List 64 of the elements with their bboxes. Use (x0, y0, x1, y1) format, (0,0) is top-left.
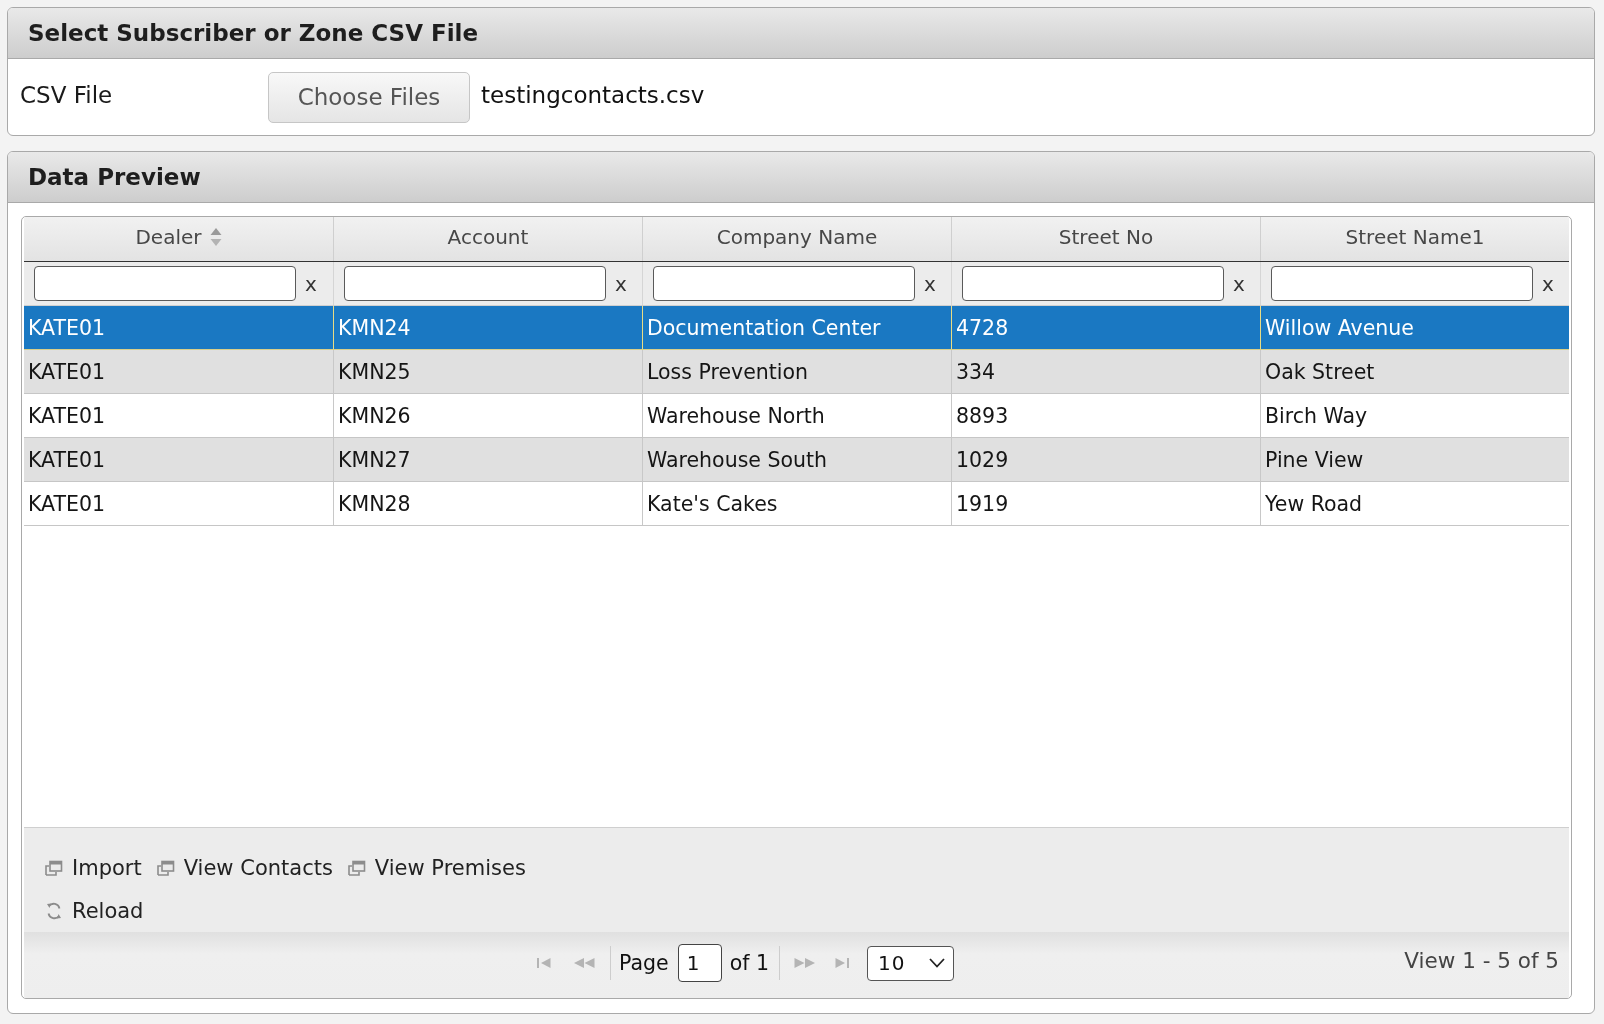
toolbar-button[interactable]: Import (45, 855, 142, 880)
field-label: CSV File (20, 82, 114, 110)
column-header[interactable]: Dealer (24, 217, 333, 261)
choose-files-button[interactable]: Choose Files (268, 71, 470, 123)
table-cell: 8893 (951, 394, 1260, 437)
table-cell: KMN27 (333, 438, 642, 481)
table-cell-text: KATE01 (27, 314, 107, 342)
toolbar-button[interactable]: View Premises (347, 855, 526, 880)
table-cell: Loss Prevention (642, 350, 951, 393)
table-cell: Pine View (1260, 438, 1569, 481)
column-header[interactable]: Street Name1 (1260, 217, 1569, 261)
table-cell: Kate's Cakes (642, 482, 951, 525)
reload-icon (45, 900, 63, 921)
column-header[interactable]: Street No (951, 217, 1260, 261)
page-label: Page (619, 951, 669, 975)
file-name: testingcontacts.csv (481, 82, 705, 110)
column-header[interactable]: Account (333, 217, 642, 261)
filter-field[interactable] (962, 266, 1224, 301)
table-cell: KMN26 (333, 394, 642, 437)
filter-field[interactable] (1271, 266, 1533, 301)
panel-title: Data Preview (28, 164, 201, 190)
toolbar-button[interactable]: View Contacts (156, 855, 333, 880)
window-icon (347, 859, 366, 876)
filter-field[interactable] (344, 266, 606, 301)
window-icon (156, 859, 175, 876)
window-icon (45, 859, 63, 876)
clear-filter-link[interactable]: x (1233, 271, 1245, 296)
filter-field[interactable] (653, 266, 915, 301)
table-cell: 1919 (951, 482, 1260, 525)
chevron-down-icon (928, 958, 945, 968)
filter-field[interactable] (34, 266, 296, 301)
clear-filter-link[interactable]: x (305, 271, 317, 296)
page-size-select[interactable]: 10 (866, 945, 954, 981)
table-cell: Yew Road (1260, 482, 1569, 525)
table-cell: Willow Avenue (1260, 306, 1569, 349)
table-row[interactable]: KATE01 KMN27 Warehouse South 1029 Pine View (24, 438, 1569, 482)
table-cell: 334 (951, 350, 1260, 393)
table-cell: 4728 (951, 306, 1260, 349)
table-cell: Birch Way (1260, 394, 1569, 437)
table-row[interactable]: KATE01 KMN24 Documentation Center 4728 Willow Avenue (24, 306, 1569, 350)
table-row[interactable]: KATE01 KMN28 Kate's Cakes 1919 Yew Road (24, 482, 1569, 526)
table-row[interactable]: KATE01 KMN26 Warehouse North 8893 Birch Way (24, 394, 1569, 438)
table-cell: Documentation Center (642, 306, 951, 349)
column-header[interactable]: Company Name (642, 217, 951, 261)
table-cell: KMN24 (333, 306, 642, 349)
page-input[interactable]: 1 (677, 944, 722, 982)
table-row[interactable]: KATE01 KMN25 Loss Prevention 334 Oak Street (24, 350, 1569, 394)
clear-filter-link[interactable]: x (615, 271, 627, 296)
record-info: View 1 - 5 of 5 (1404, 947, 1560, 975)
table-cell: Warehouse South (642, 438, 951, 481)
table-cell: Warehouse North (642, 394, 951, 437)
table-cell: 1029 (951, 438, 1260, 481)
page-total: of 1 (729, 951, 769, 975)
table-cell-text: KATE01 (27, 402, 107, 430)
table-cell-text: KATE01 (27, 358, 107, 386)
table-cell-text: KATE01 (27, 446, 107, 474)
table-cell-text: KATE01 (27, 490, 107, 518)
table-cell: KMN25 (333, 350, 642, 393)
clear-filter-link[interactable]: x (1542, 271, 1554, 296)
table-cell: Oak Street (1260, 350, 1569, 393)
panel-title: Select Subscriber or Zone CSV File (28, 20, 479, 46)
clear-filter-link[interactable]: x (924, 271, 936, 296)
toolbar-button[interactable]: Reload (45, 898, 144, 923)
table-cell: KMN28 (333, 482, 642, 525)
